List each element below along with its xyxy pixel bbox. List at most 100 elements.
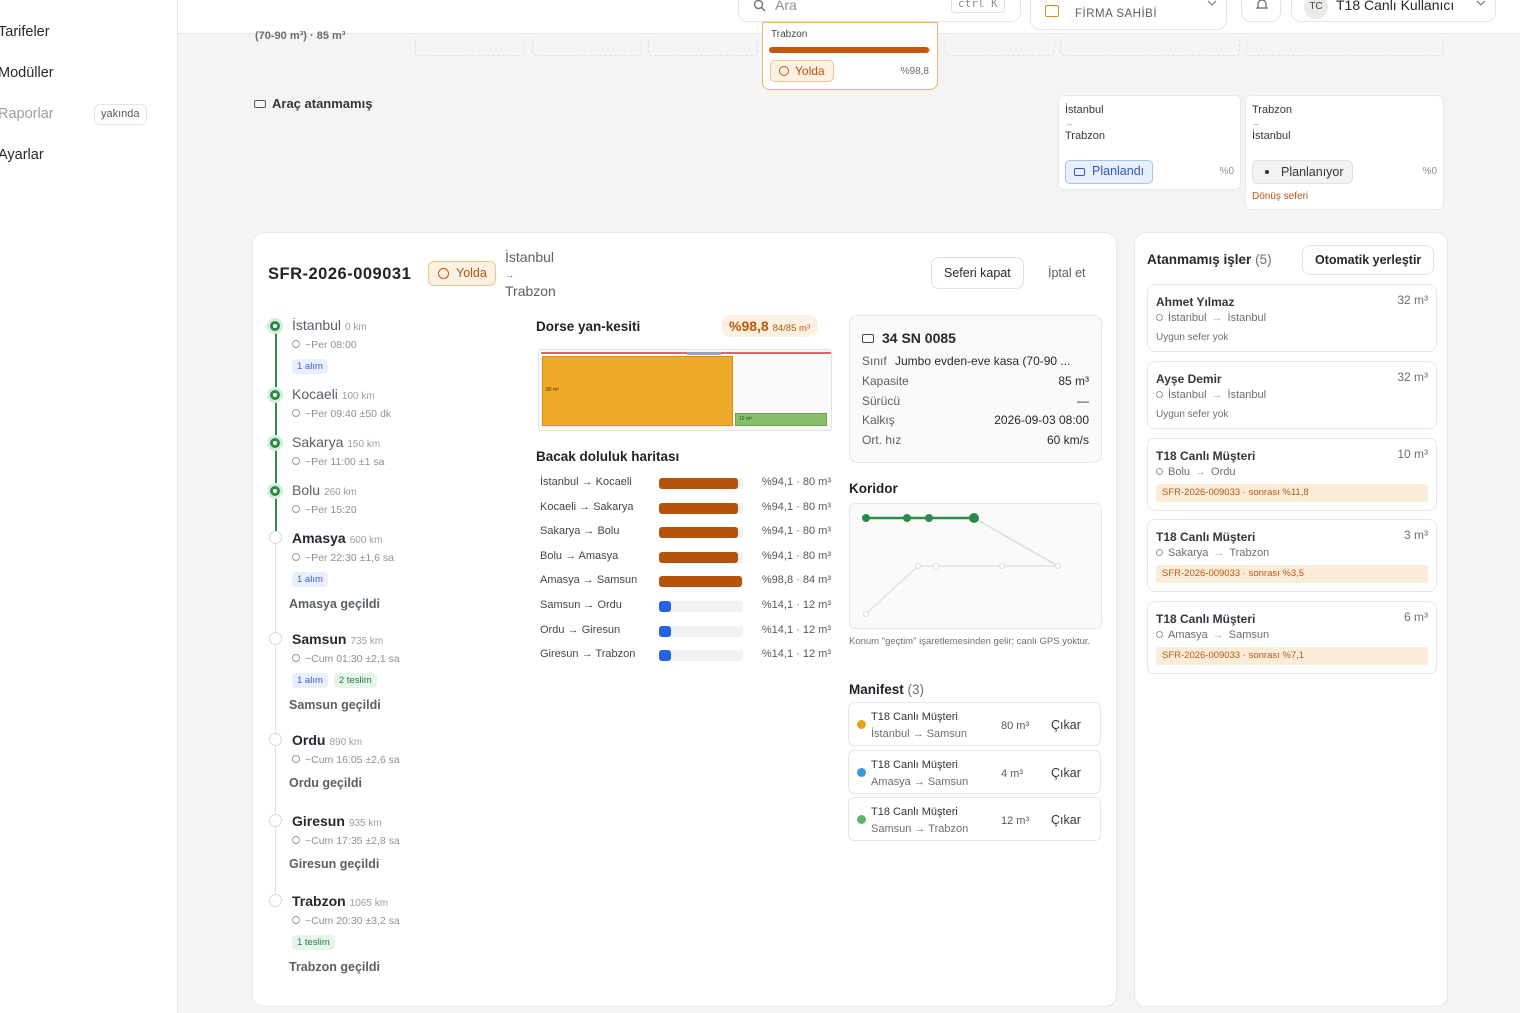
unassigned-label: Araç atanmamış [272,96,373,111]
notifications-button[interactable] [1241,0,1281,22]
stop-passed-button[interactable]: Giresun geçildi [289,857,497,871]
stop-header: Amasya 600 km [292,530,497,548]
stop-item: Ordu 890 km ~Cum 16:05 ±2,6 sa Ordu geçildi [269,732,497,790]
job-volume: 10 m³ [1397,447,1428,461]
vehicle-class-fragment: (70-90 m³) · 85 m³ [255,30,346,42]
stop-badges: 1 alım 2 teslim [292,670,497,688]
truck-icon [862,334,874,343]
leg-bar-track [659,625,743,637]
clock-icon [292,409,300,417]
vehicle-row-key: Sürücü [862,393,901,408]
job-customer: T18 Canlı Müşteri [1156,449,1256,463]
job-customer: T18 Canlı Müşteri [1156,530,1256,544]
remove-button[interactable]: Çıkar [1051,766,1081,780]
stop-passed-button[interactable]: Ordu geçildi [289,776,497,790]
sidebar: Tarifeler Modüller Raporlar yakında Ayar… [0,0,178,1013]
job-from: İstanbul [1168,389,1207,401]
vehicle-row-value: — [1077,393,1089,408]
auto-place-button[interactable]: Otomatik yerleştir [1302,245,1435,275]
stop-eta-text: ~Cum 17:35 ±2,8 sa [305,835,400,847]
cargo-block-main: 80 m³ [542,356,733,426]
job-card[interactable]: Ahmet Yılmaz 32 m³ İstanbul → İstanbul Uygun … [1147,284,1437,352]
stop-eta: ~Per 09:40 ±50 dk [292,408,497,420]
stop-item: Kocaeli 100 km ~Per 09:40 ±50 dk [267,386,497,420]
stop-km: 600 km [349,535,383,546]
route-icon [1156,314,1163,321]
company-switcher[interactable]: FİRMA SAHİBİ [1030,0,1227,30]
leg-bar [659,527,738,539]
arrow-icon: → [1211,389,1223,401]
sidebar-item-ayarlar[interactable]: Ayarlar [0,147,44,163]
corridor-stop [999,563,1005,569]
status-badge: Yolda [428,261,496,286]
stop-eta: ~Per 15:20 [292,504,497,516]
job-volume: 32 m³ [1397,370,1428,384]
job-note: Uygun sefer yok [1156,332,1229,343]
manifest-color-dot [857,815,866,824]
avatar: TC [1304,0,1328,19]
job-note: Uygun sefer yok [1156,409,1229,420]
manifest-title-text: Manifest [849,682,904,697]
stop-item: Giresun 935 km ~Cum 17:35 ±2,8 sa Giresun g… [269,813,497,871]
truck-icon [1074,168,1085,176]
trip-card[interactable]: İstanbul → Trabzon Planlandı %0 [1058,95,1241,190]
corridor-title: Koridor [849,481,898,496]
stop-done-icon [267,483,283,499]
card-to: İstanbul [1252,130,1291,142]
manifest-route: İstanbul → Samsun [871,728,967,740]
leg-bar [659,625,671,637]
truck-icon [254,100,266,108]
job-suggestion[interactable]: SFR-2026-009033 · sonrası %3,5 [1156,565,1428,583]
vehicle-row: Kalkış 2026-09-03 08:00 [862,413,1089,429]
job-from: İstanbul [1168,312,1207,324]
job-volume: 3 m³ [1404,528,1428,542]
manifest-color-dot [857,720,866,729]
job-from: Bolu [1168,466,1191,478]
cancel-trip-button[interactable]: İptal et [1048,266,1086,280]
active-trip-card[interactable]: Trabzon Yolda %98,8 [762,22,938,90]
corridor-stop-done [903,514,911,522]
leg-value: %98,8 · 84 m³ [761,574,831,587]
stop-passed-button[interactable]: Amasya geçildi [289,597,497,611]
stop-passed-button[interactable]: Trabzon geçildi [289,960,497,974]
timeline-track [275,531,276,906]
vehicle-row: Kapasite 85 m³ [862,374,1089,390]
stop-item: İstanbul 0 km ~Per 08:00 1 alım [267,317,497,374]
leg-label: Amasya → Samsun [540,574,638,587]
stop-eta-text: ~Per 08:00 [305,339,357,351]
stop-passed-button[interactable]: Samsun geçildi [289,698,497,712]
clock-icon [292,916,300,924]
trip-card[interactable]: Trabzon → İstanbul Planlanıyor %0 Dönüş se… [1245,95,1444,210]
job-card[interactable]: T18 Canlı Müşteri 10 m³ Bolu → Ordu SFR-2026-… [1147,438,1437,511]
job-card[interactable]: T18 Canlı Müşteri 3 m³ Sakarya → Trabzon SFR-… [1147,519,1437,592]
search-input[interactable]: Ara ctrl K [738,0,1021,22]
vehicle-plate-row: 34 SN 0085 [862,330,956,346]
card-route: Trabzon → İstanbul [1252,104,1292,143]
vehicle-info-card: 34 SN 0085 Sınıf Jumbo evden-eve kasa (70… [849,315,1102,463]
close-trip-button[interactable]: Seferi kapat [931,257,1024,289]
remove-button[interactable]: Çıkar [1051,813,1081,827]
user-menu[interactable]: TC T18 Canlı Kullanıcı [1291,0,1496,22]
manifest-volume: 4 m³ [1001,767,1023,780]
trip-route: İstanbul → Trabzon [505,249,556,299]
stop-header: Sakarya 150 km [292,434,497,452]
job-suggestion[interactable]: SFR-2026-009033 · sonrası %11,8 [1156,484,1428,502]
sidebar-item-moduller[interactable]: Modüller [0,65,54,81]
leg-label: İstanbul → Kocaeli [540,476,632,488]
stop-name: İstanbul [292,317,342,333]
job-suggestion[interactable]: SFR-2026-009033 · sonrası %7,1 [1156,647,1428,665]
stop-km: 890 km [329,737,363,748]
building-icon [1045,5,1059,17]
remove-button[interactable]: Çıkar [1051,718,1081,732]
job-route: Bolu → Ordu [1156,466,1236,478]
manifest-color-dot [857,767,866,777]
capacity-line [541,352,831,354]
leg-row: Giresun → Trabzon %14,1 · 12 m³ [537,645,831,665]
sidebar-item-tarifeler[interactable]: Tarifeler [0,24,50,40]
job-to: Samsun [1228,629,1270,641]
search-placeholder: Ara [775,0,797,13]
job-card[interactable]: T18 Canlı Müşteri 6 m³ Amasya → Samsun SFR-20… [1147,601,1437,674]
fill-bar [769,47,930,53]
clock-icon [292,505,300,513]
job-card[interactable]: Ayşe Demir 32 m³ İstanbul → İstanbul Uygun se… [1147,361,1437,429]
